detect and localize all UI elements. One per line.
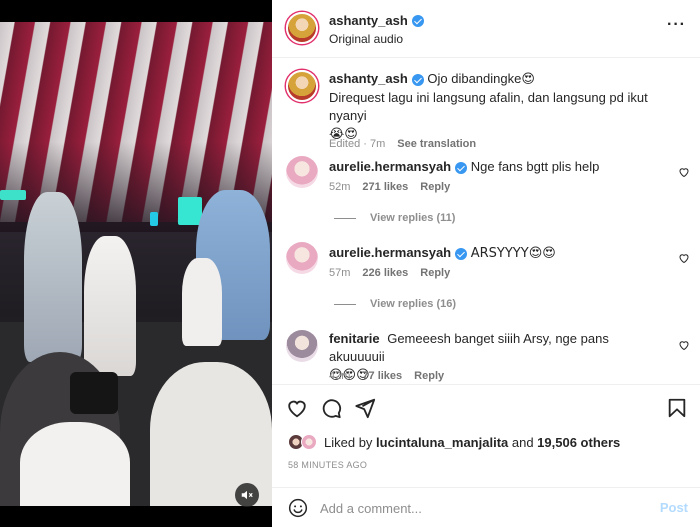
camera — [70, 372, 118, 414]
emoji-icon[interactable] — [288, 498, 308, 518]
more-horizontal-icon[interactable]: ··· — [667, 17, 686, 33]
divider — [334, 217, 356, 219]
verified-icon — [455, 247, 468, 260]
caption-text: ashanty_ash Ojo dibandingke😍 Direquest l… — [329, 70, 666, 144]
avatar[interactable] — [286, 156, 318, 188]
comment-text: aurelie.hermansyah ARSYYYY😍😍 — [329, 244, 666, 263]
caption-username[interactable]: ashanty_ash — [329, 71, 408, 86]
heart-icon[interactable] — [678, 252, 690, 264]
post-panel: ashanty_ash Original audio ··· ashanty_a… — [272, 0, 700, 527]
performer — [182, 258, 222, 346]
avatar[interactable] — [286, 12, 318, 44]
comment-username[interactable]: aurelie.hermansyah — [329, 159, 451, 174]
post-video[interactable] — [0, 0, 272, 527]
liked-prefix: Liked by — [324, 435, 377, 450]
avatar[interactable] — [286, 70, 318, 102]
view-replies-button[interactable]: View replies (11) — [334, 212, 455, 224]
post-header: ashanty_ash Original audio ··· — [272, 0, 700, 58]
verified-icon — [455, 161, 468, 174]
reply-button[interactable]: Reply — [420, 267, 450, 279]
divider — [334, 303, 356, 305]
comment-icon[interactable] — [320, 397, 342, 419]
verified-icon — [411, 73, 424, 86]
comment-likes[interactable]: 271 likes — [362, 181, 408, 193]
audience-member — [20, 422, 130, 506]
comment-meta: 42m 77 likes Reply — [329, 370, 444, 382]
heart-icon[interactable] — [678, 339, 690, 351]
comment-item: aurelie.hermansyah Nge fans bgtt plis he… — [272, 156, 700, 236]
performer — [84, 236, 136, 376]
view-replies-label: View replies (16) — [370, 298, 457, 310]
header-username-row: ashanty_ash — [329, 13, 424, 28]
bookmark-icon[interactable] — [666, 397, 688, 419]
audio-label[interactable]: Original audio — [329, 32, 403, 46]
heart-icon[interactable] — [286, 397, 308, 419]
comment-time: 57m — [329, 267, 351, 279]
stage-light — [178, 197, 202, 225]
comment-input[interactable] — [320, 497, 640, 519]
view-replies-button[interactable]: View replies (16) — [334, 298, 456, 310]
comment-body: Nge fans bgtt plis help — [470, 159, 600, 174]
performer — [24, 192, 82, 362]
verified-icon — [411, 14, 424, 27]
comment-item: aurelie.hermansyah ARSYYYY😍😍 57m 226 lik… — [272, 242, 700, 322]
avatar — [301, 434, 317, 450]
comment-time: 52m — [329, 181, 351, 193]
comment-body: ARSYYYY😍😍 — [470, 246, 556, 261]
caption-line1: Ojo dibandingke — [427, 71, 522, 86]
add-comment-bar: Post — [272, 487, 700, 527]
comment-time: 42m — [329, 370, 351, 382]
liked-by-avatars — [288, 434, 322, 452]
post-username[interactable]: ashanty_ash — [329, 13, 408, 28]
caption-meta: Edited · 7m See translation — [329, 138, 476, 150]
liked-user-link[interactable]: lucintaluna_manjalita — [376, 435, 508, 450]
see-translation-link[interactable]: See translation — [397, 138, 476, 150]
comment-meta: 52m 271 likes Reply — [329, 181, 450, 193]
post-comment-button[interactable]: Post — [660, 500, 688, 515]
speaker-muted-icon — [241, 490, 253, 500]
liked-others-link[interactable]: 19,506 others — [537, 435, 620, 450]
comment-item: fenitarie Gemeeesh banget siiih Arsy, ng… — [272, 330, 700, 384]
reply-button[interactable]: Reply — [414, 370, 444, 382]
view-replies-label: View replies (11) — [370, 212, 456, 224]
video-frame — [0, 22, 272, 506]
comments-list[interactable]: ashanty_ash Ojo dibandingke😍 Direquest l… — [272, 58, 700, 384]
comment-username[interactable]: fenitarie — [329, 331, 380, 346]
stage-light — [0, 190, 26, 200]
comment-likes[interactable]: 226 likes — [362, 267, 408, 279]
caption-emoji: 😍 — [521, 72, 535, 87]
post-timestamp[interactable]: 58 MINUTES AGO — [288, 460, 367, 470]
stage-light — [150, 212, 158, 226]
comment-meta: 57m 226 likes Reply — [329, 267, 450, 279]
comment-username[interactable]: aurelie.hermansyah — [329, 245, 451, 260]
mute-icon[interactable] — [235, 483, 259, 507]
liked-middle: and — [508, 435, 538, 450]
caption-line2: Direquest lagu ini langsung afalin, dan … — [329, 90, 648, 123]
share-icon[interactable] — [354, 397, 376, 419]
comment-text: aurelie.hermansyah Nge fans bgtt plis he… — [329, 158, 666, 176]
avatar[interactable] — [286, 242, 318, 274]
comment-likes[interactable]: 77 likes — [362, 370, 402, 382]
caption-row: ashanty_ash Ojo dibandingke😍 Direquest l… — [272, 70, 700, 160]
edited-label: Edited · 7m — [329, 138, 386, 150]
avatar[interactable] — [286, 330, 318, 362]
heart-icon[interactable] — [678, 166, 690, 178]
post-actions — [272, 384, 700, 430]
likes-summary: Liked by lucintaluna_manjalita and 19,50… — [272, 432, 700, 454]
liked-by-text: Liked by lucintaluna_manjalita and 19,50… — [324, 435, 620, 450]
reply-button[interactable]: Reply — [420, 181, 450, 193]
